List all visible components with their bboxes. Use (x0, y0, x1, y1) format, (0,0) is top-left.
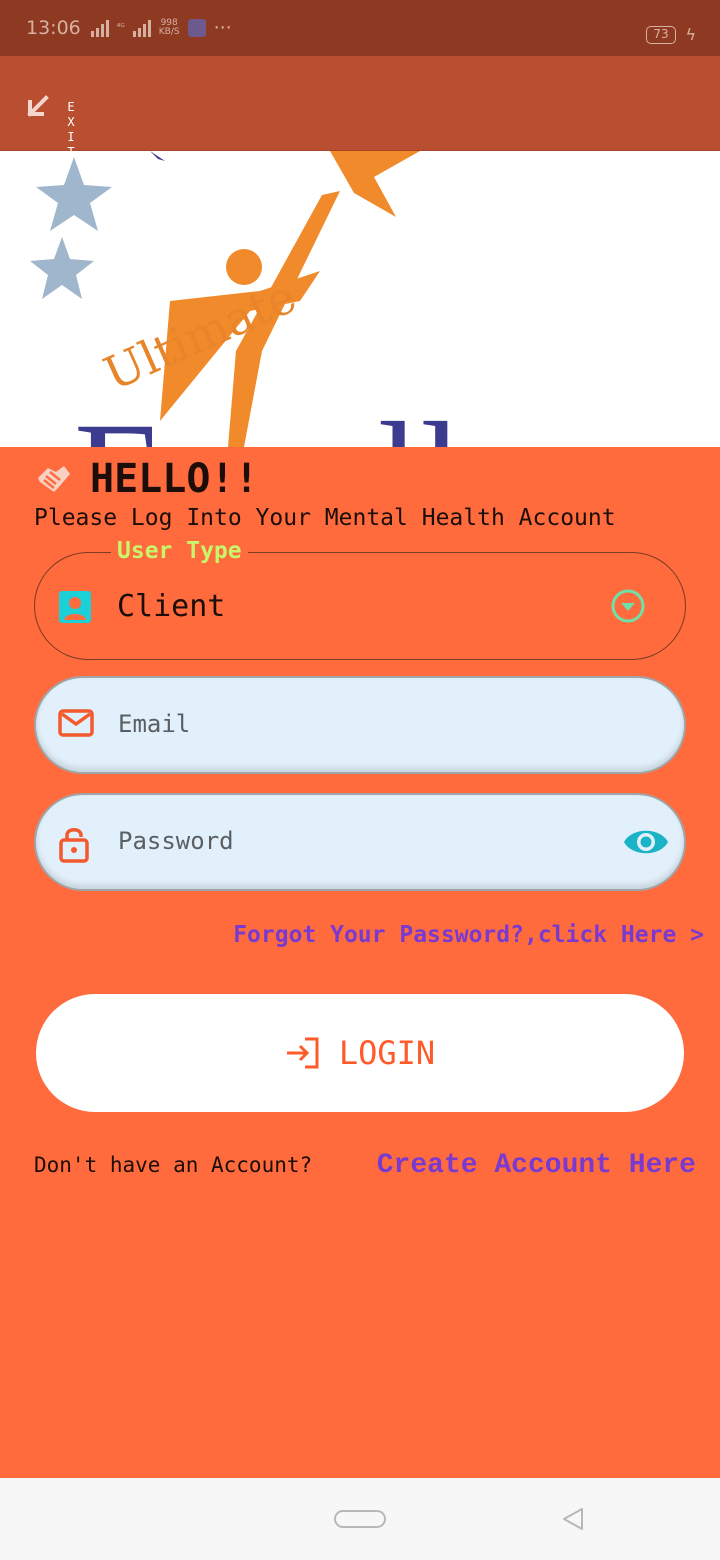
no-account-text: Don't have an Account? (34, 1153, 313, 1177)
exit-label: EXIT (67, 100, 75, 152)
eye-icon[interactable] (622, 825, 670, 859)
chevron-down-circle-icon (611, 589, 645, 623)
login-icon (286, 1037, 319, 1069)
battery-icon: 73 (646, 26, 676, 44)
exit-button[interactable]: EXIT (18, 84, 82, 152)
signal-icon (90, 19, 109, 37)
user-type-value: Client (117, 589, 226, 624)
forgot-password-link[interactable]: Forgot Your Password?,click Here > (233, 922, 704, 948)
greeting-subtitle: Please Log Into Your Mental Health Accou… (34, 505, 616, 531)
lock-icon (59, 828, 89, 863)
more-icon: ··· (213, 17, 232, 39)
charging-icon: ϟ (685, 25, 696, 44)
greeting-title: HELLO!! (90, 456, 259, 502)
greeting: HELLO!! (36, 456, 259, 502)
back-icon[interactable] (560, 1506, 586, 1532)
password-field[interactable]: Password (34, 793, 686, 891)
user-type-label: User Type (111, 538, 248, 564)
email-placeholder: Email (118, 710, 191, 738)
login-label: LOGIN (338, 1034, 436, 1072)
network-type: ⁴ᴳ (116, 22, 125, 33)
signal-icon-2 (132, 19, 151, 37)
top-bar: EXIT (0, 56, 720, 152)
logo-banner: Ultimate Excellence (0, 151, 720, 447)
system-nav-bar (0, 1478, 720, 1560)
mail-icon (58, 709, 94, 737)
arrow-down-left-icon (27, 95, 49, 117)
logo-excellence-text: Excellence (74, 395, 720, 447)
user-type-select[interactable]: User Type Client (34, 538, 686, 660)
create-account-link[interactable]: Create Account Here (377, 1150, 696, 1181)
handshake-icon (38, 466, 70, 492)
account-box-icon (59, 591, 91, 623)
status-time: 13:06 (26, 17, 81, 39)
home-button[interactable] (334, 1510, 386, 1528)
network-speed: 998 KB/S (158, 18, 180, 37)
password-placeholder: Password (118, 827, 234, 855)
login-button[interactable]: LOGIN (36, 994, 684, 1112)
app-notification-icon (187, 19, 206, 37)
status-bar: 13:06 ⁴ᴳ 998 KB/S ··· 73 ϟ (0, 0, 720, 56)
email-field[interactable]: Email (34, 676, 686, 774)
